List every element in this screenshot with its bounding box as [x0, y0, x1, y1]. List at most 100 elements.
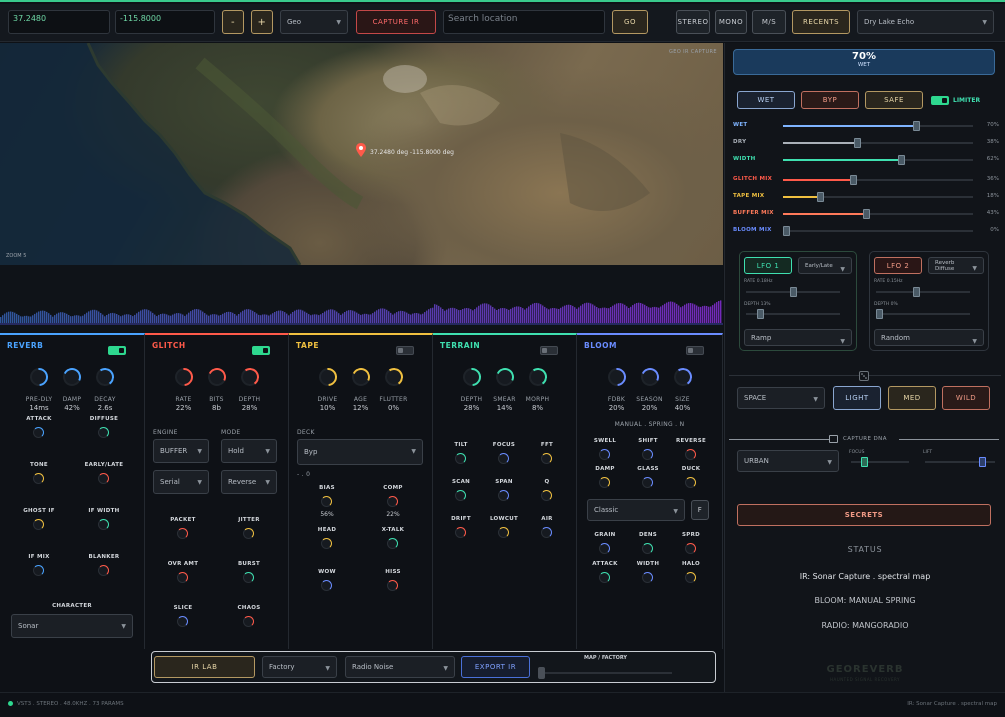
lfo-2-rate-thumb[interactable]: [913, 287, 920, 297]
safe-button[interactable]: SAFE: [865, 91, 923, 109]
latitude-input[interactable]: 37.2480: [8, 10, 110, 34]
small-knob-packet[interactable]: [177, 528, 188, 539]
lfo-2-target-select[interactable]: Reverb Diffuse ▼: [928, 257, 984, 274]
mix-slider-buffer-mix[interactable]: BUFFER MIX 43%: [733, 208, 999, 220]
slider-thumb[interactable]: [816, 192, 824, 202]
small-knob-fft[interactable]: [541, 453, 552, 464]
med-button[interactable]: MED: [888, 386, 936, 410]
small-knob-diffuse[interactable]: [98, 427, 109, 438]
knob-fdbk[interactable]: [603, 364, 630, 390]
mix-slider-dry[interactable]: DRY 38%: [733, 137, 999, 149]
export-ir-button[interactable]: EXPORT IR: [461, 656, 530, 678]
focus-slider[interactable]: [851, 457, 909, 467]
small-knob-drift[interactable]: [455, 527, 466, 538]
slider-track[interactable]: [783, 209, 973, 219]
module-enable-toggle[interactable]: [108, 346, 126, 355]
lift-thumb[interactable]: [979, 457, 987, 467]
longitude-input[interactable]: -115.8000: [115, 10, 215, 34]
recents-button[interactable]: RECENTS: [792, 10, 850, 34]
focus-thumb[interactable]: [861, 457, 869, 467]
mode-select[interactable]: Hold ▼: [221, 439, 277, 463]
character-select[interactable]: Sonar ▼: [11, 614, 133, 638]
knob-bits[interactable]: [204, 365, 229, 389]
factory-select[interactable]: Factory ▼: [262, 656, 337, 678]
deck-select[interactable]: Byp ▼: [297, 439, 423, 465]
lfo-1-rate-thumb[interactable]: [790, 287, 797, 297]
lift-slider[interactable]: [925, 457, 995, 467]
small-knob-attack[interactable]: [599, 572, 610, 583]
module-enable-toggle[interactable]: [540, 346, 558, 355]
lfo-2-shape-select[interactable]: Random ▼: [874, 329, 984, 346]
knob-flutter[interactable]: [383, 366, 404, 388]
knob-damp[interactable]: [60, 365, 84, 389]
small-knob-shift[interactable]: [642, 449, 653, 460]
lfo-1-button[interactable]: LFO 1: [744, 257, 792, 274]
small-knob-damp[interactable]: [599, 477, 610, 488]
radio-noise-select[interactable]: Radio Noise ▼: [345, 656, 455, 678]
lfo-2-depth-slider[interactable]: [876, 309, 970, 319]
location-pin-icon[interactable]: [356, 143, 366, 157]
mix-slider-bloom-mix[interactable]: BLOOM MIX 0%: [733, 225, 999, 237]
wet-button[interactable]: WET: [737, 91, 795, 109]
urban-select[interactable]: URBAN ▼: [737, 450, 839, 472]
knob-depth[interactable]: [239, 366, 260, 388]
knob-age[interactable]: [348, 365, 373, 389]
lfo-1-depth-slider[interactable]: [746, 309, 840, 319]
lfo-1-shape-select[interactable]: Ramp ▼: [744, 329, 852, 346]
mix-slider-wet[interactable]: WET 70%: [733, 120, 999, 132]
map-factory-slider[interactable]: [538, 667, 672, 679]
slider-thumb[interactable]: [863, 209, 870, 219]
small-knob-bias[interactable]: [321, 496, 332, 507]
zoom-out-button[interactable]: -: [222, 10, 244, 34]
recents-select[interactable]: Dry Lake Echo ▼: [857, 10, 994, 34]
small-knob-wow[interactable]: [321, 580, 332, 591]
mix-slider-glitch-mix[interactable]: GLITCH MIX 36%: [733, 174, 999, 186]
small-knob-swell[interactable]: [599, 449, 610, 460]
bloom-freeze-button[interactable]: F: [691, 500, 709, 520]
lfo-1-target-select[interactable]: Early/Late ▼: [798, 257, 852, 274]
chain-select[interactable]: Serial ▼: [153, 470, 209, 494]
small-knob-jitter[interactable]: [243, 528, 254, 539]
slider-thumb[interactable]: [898, 155, 906, 165]
light-button[interactable]: LIGHT: [833, 386, 881, 410]
lfo-1-depth-thumb[interactable]: [757, 309, 765, 319]
small-knob-comp[interactable]: [387, 496, 398, 507]
small-knob-ifwidth[interactable]: [98, 519, 109, 530]
small-knob-xtalk[interactable]: [387, 538, 398, 549]
slider-thumb[interactable]: [850, 175, 857, 185]
slider-thumb[interactable]: [783, 226, 790, 236]
lfo-2-depth-thumb[interactable]: [876, 309, 883, 319]
small-knob-q[interactable]: [541, 490, 552, 501]
space-select[interactable]: SPACE ▼: [737, 387, 825, 409]
small-knob-earlylate[interactable]: [98, 473, 109, 484]
small-knob-hiss[interactable]: [387, 580, 398, 591]
bypass-button[interactable]: BYP: [801, 91, 859, 109]
ir-lab-button[interactable]: IR LAB: [154, 656, 255, 678]
knob-size[interactable]: [672, 366, 693, 388]
small-knob-halo[interactable]: [685, 572, 696, 583]
knob-depth[interactable]: [458, 364, 485, 390]
map-factory-thumb[interactable]: [538, 667, 545, 679]
small-knob-attack[interactable]: [33, 427, 44, 438]
module-enable-toggle[interactable]: [252, 346, 270, 355]
small-knob-ifmix[interactable]: [33, 565, 44, 576]
knob-morph[interactable]: [527, 366, 548, 388]
small-knob-blanker[interactable]: [98, 565, 109, 576]
knob-season[interactable]: [637, 365, 662, 389]
mono-button[interactable]: MONO: [715, 10, 747, 34]
small-knob-lowcut[interactable]: [498, 527, 509, 538]
small-knob-tilt[interactable]: [455, 453, 466, 464]
small-knob-slice[interactable]: [177, 616, 188, 627]
module-enable-toggle[interactable]: [686, 346, 704, 355]
small-knob-ghostif[interactable]: [33, 519, 44, 530]
mix-slider-tape-mix[interactable]: TAPE MIX 18%: [733, 191, 999, 203]
lfo-1-rate-slider[interactable]: [746, 287, 840, 297]
slider-track[interactable]: [783, 155, 973, 165]
small-knob-duck[interactable]: [685, 477, 696, 488]
slider-track[interactable]: [783, 121, 973, 131]
small-knob-glass[interactable]: [642, 477, 653, 488]
knob-drive[interactable]: [314, 364, 341, 390]
zoom-in-button[interactable]: +: [251, 10, 273, 34]
secrets-button[interactable]: SECRETS: [737, 504, 991, 526]
small-knob-tone[interactable]: [33, 473, 44, 484]
